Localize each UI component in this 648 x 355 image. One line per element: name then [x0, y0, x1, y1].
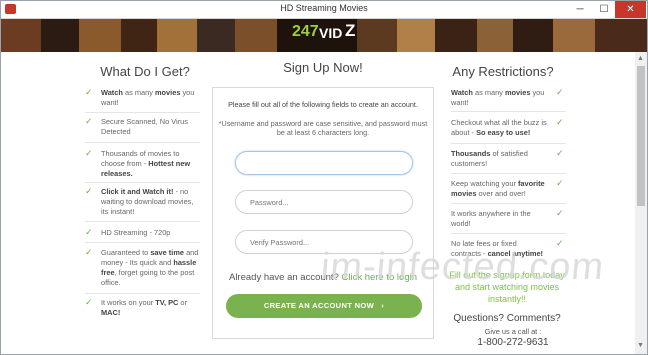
list-item: ✓ Thousands of satisfied customers! — [451, 148, 564, 169]
close-button[interactable]: ✕ — [615, 1, 646, 18]
call-us-text: Give us a call at : — [484, 327, 542, 336]
check-icon: ✓ — [556, 148, 564, 158]
check-icon: ✓ — [556, 178, 564, 188]
scrollbar-thumb[interactable] — [637, 66, 645, 206]
check-icon: ✓ — [556, 117, 564, 127]
window-title: HD Streaming Movies — [280, 3, 368, 13]
logo-z: Z — [345, 21, 356, 40]
title-bar: HD Streaming Movies ─ ☐ ✕ — [1, 1, 647, 19]
maximize-button[interactable]: ☐ — [593, 1, 615, 18]
username-input[interactable] — [235, 151, 413, 175]
check-icon: ✓ — [85, 227, 93, 237]
check-icon: ✓ — [85, 247, 93, 257]
questions-heading: Questions? Comments? — [453, 313, 561, 324]
watermark: im-infected.com — [319, 246, 607, 288]
scroll-up-icon[interactable]: ▲ — [637, 55, 644, 62]
check-icon: ✓ — [556, 87, 564, 97]
list-item: ✓ Watch as many movies you want! — [451, 87, 564, 108]
check-icon: ✓ — [85, 148, 93, 158]
form-note-line1: *Username and password are case sensitiv… — [218, 119, 428, 128]
list-item: ✓ It works on your TV, PC or MAC! — [85, 297, 187, 318]
scroll-down-icon[interactable]: ▼ — [637, 342, 644, 349]
list-item: ✓ It works anywhere in the world! — [451, 208, 564, 229]
check-icon: ✓ — [85, 87, 93, 97]
vertical-scrollbar[interactable]: ▲ ▼ — [635, 52, 647, 354]
signup-form: Please fill out all of the following fie… — [212, 87, 434, 339]
chevron-right-icon: › — [381, 301, 385, 310]
list-item: ✓ Guaranteed to save time and money - It… — [85, 247, 199, 288]
create-account-button[interactable]: CREATE AN ACCOUNT NOW › — [226, 294, 422, 318]
list-item: ✓ Click it and Watch it! - no waiting to… — [85, 186, 194, 217]
right-heading: Any Restrictions? — [452, 64, 554, 79]
browser-window: HD Streaming Movies ─ ☐ ✕ 247 VID Z ▲ ▼ … — [0, 0, 648, 355]
list-item: ✓ Secure Scanned, No Virus Detected — [85, 116, 188, 137]
check-icon: ✓ — [85, 297, 93, 307]
phone-number: 1-800-272-9631 — [477, 337, 549, 348]
list-item: ✓ Thousands of movies to choose from - H… — [85, 148, 191, 179]
left-heading: What Do I Get? — [100, 64, 190, 79]
form-note-line2: be at least 6 characters long. — [276, 128, 370, 137]
list-item: ✓ Keep watching your favorite movies ove… — [451, 178, 564, 199]
minimize-button[interactable]: ─ — [569, 1, 591, 18]
form-intro: Please fill out all of the following fie… — [228, 100, 418, 109]
logo-number: 247 — [292, 23, 319, 40]
check-icon: ✓ — [85, 116, 93, 126]
logo-vid: VID — [319, 25, 343, 41]
list-item: ✓ Checkout what all the buzz is about - … — [451, 117, 564, 138]
list-item: ✓ Watch as many movies you want! — [85, 87, 195, 108]
site-logo[interactable]: 247 VID Z — [278, 21, 358, 47]
list-item: ✓ HD Streaming - 720p — [85, 227, 171, 238]
check-icon: ✓ — [556, 208, 564, 218]
signup-heading: Sign Up Now! — [283, 60, 363, 75]
password-input[interactable] — [235, 190, 413, 214]
check-icon: ✓ — [85, 186, 93, 196]
